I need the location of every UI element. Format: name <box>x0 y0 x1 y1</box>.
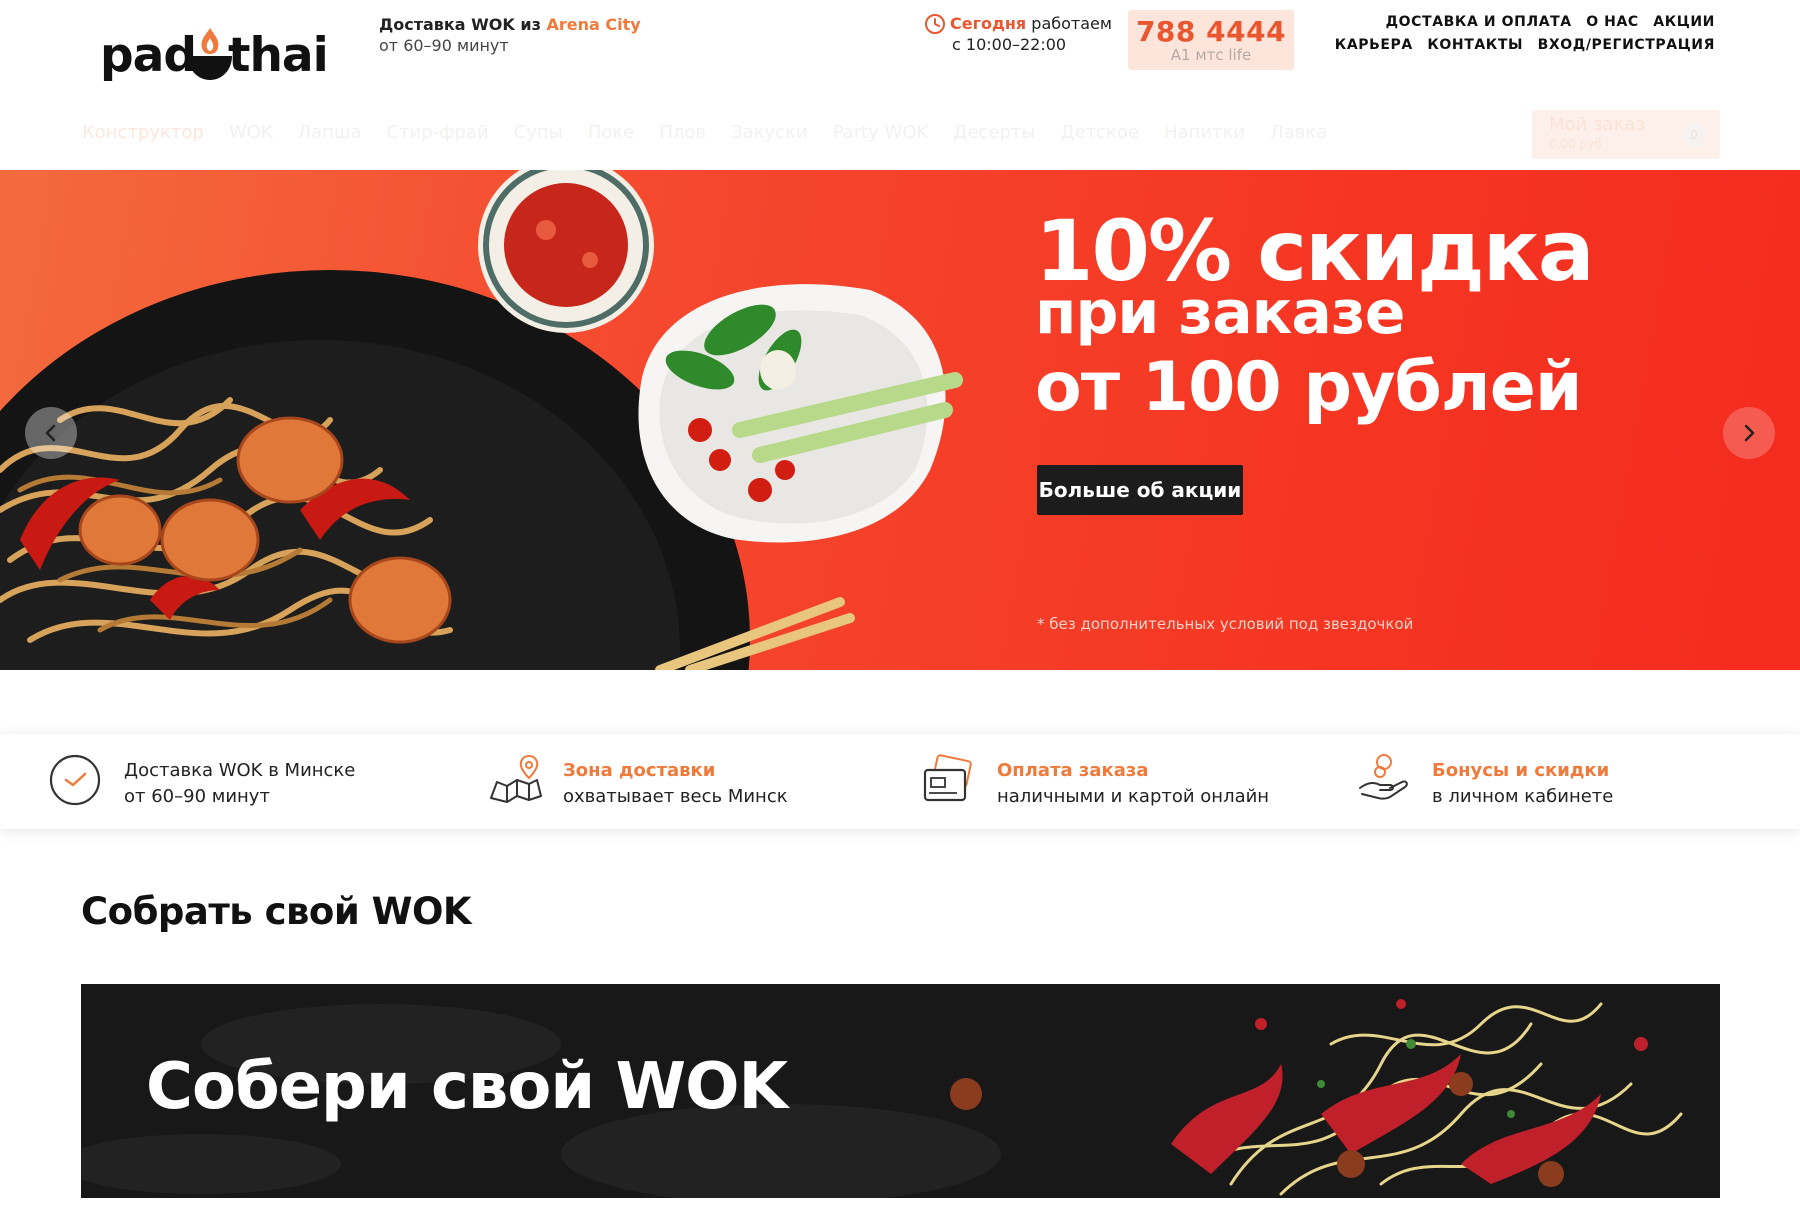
hours-status: работаем <box>1031 14 1112 33</box>
working-hours: Сегодня работаем с 10:00–22:00 <box>924 13 1112 55</box>
category-shop[interactable]: Лавка <box>1270 122 1327 143</box>
feature-title[interactable]: Зона доставки <box>563 760 715 781</box>
page: pad thai Доставка WOK из Arena City от 6… <box>0 0 1800 1218</box>
feature-title[interactable]: Оплата заказа <box>997 760 1149 781</box>
feature-title: Доставка WOK в Минске <box>124 760 356 781</box>
cart-title: Мой заказ <box>1549 114 1646 135</box>
delivery-location-link[interactable]: Arena City <box>546 15 640 34</box>
hero-banner: 10% скидка при заказе от 100 рублей Боль… <box>0 170 1800 670</box>
category-constructor[interactable]: Конструктор <box>82 122 204 143</box>
category-kids[interactable]: Детское <box>1061 122 1139 143</box>
logo-text-left: pad <box>100 28 197 83</box>
category-drinks[interactable]: Напитки <box>1164 122 1245 143</box>
nav-careers[interactable]: КАРЬЕРА <box>1335 37 1413 53</box>
build-wok-banner[interactable]: Собери свой WOK <box>81 984 1720 1198</box>
category-desserts[interactable]: Десерты <box>953 122 1035 143</box>
clock-icon <box>49 754 101 806</box>
phone-box[interactable]: 788 4444 A1 мтс life <box>1128 10 1294 70</box>
carousel-prev-button[interactable] <box>25 407 77 459</box>
flame-bowl-icon <box>188 28 232 80</box>
nav-promotions[interactable]: АКЦИИ <box>1653 14 1715 30</box>
category-nav: Конструктор WOK Лапша Стир-фрай Супы Пок… <box>82 122 1352 143</box>
build-wok-banner-title: Собери свой WOK <box>146 1050 788 1124</box>
clock-icon <box>925 14 945 34</box>
feature-subtitle: от 60–90 минут <box>124 786 270 807</box>
chevron-left-icon <box>45 424 56 442</box>
category-party-wok[interactable]: Party WOK <box>833 122 929 143</box>
hero-footnote: * без дополнительных условий под звездоч… <box>1037 615 1414 633</box>
cart-total: 0.00 руб <box>1549 137 1602 151</box>
delivery-time: от 60–90 минут <box>379 36 509 55</box>
carousel-next-button[interactable] <box>1723 407 1775 459</box>
category-wok[interactable]: WOK <box>229 122 273 143</box>
nav-contacts[interactable]: КОНТАКТЫ <box>1427 37 1523 53</box>
nav-delivery-payment[interactable]: ДОСТАВКА И ОПЛАТА <box>1386 14 1572 30</box>
hand-coin-icon <box>1359 754 1408 800</box>
map-icon <box>490 754 542 803</box>
promo-details-button[interactable]: Больше об акции <box>1037 465 1243 515</box>
category-noodles[interactable]: Лапша <box>298 122 362 143</box>
site-header: pad thai Доставка WOK из Arena City от 6… <box>0 0 1800 170</box>
chevron-right-icon <box>1744 424 1755 442</box>
category-soups[interactable]: Супы <box>514 122 563 143</box>
feature-subtitle: в личном кабинете <box>1432 786 1614 807</box>
nav-login-register[interactable]: ВХОД/РЕГИСТРАЦИЯ <box>1538 37 1715 53</box>
feature-subtitle: охватывает весь Минск <box>563 786 788 807</box>
category-snacks[interactable]: Закуски <box>731 122 808 143</box>
cart-count-badge: 0 <box>1682 123 1706 147</box>
hours-range: с 10:00–22:00 <box>952 35 1067 54</box>
hours-today-label: Сегодня <box>950 14 1027 33</box>
category-plov[interactable]: Плов <box>659 122 706 143</box>
logo[interactable]: pad thai <box>100 14 329 84</box>
phone-operators: A1 мтс life <box>1170 46 1252 64</box>
delivery-prefix: Доставка WOK из <box>379 15 541 34</box>
hero-food-image <box>0 170 963 670</box>
hero-headline-condition: при заказе <box>1035 278 1405 348</box>
delivery-info: Доставка WOK из Arena City от 60–90 мину… <box>379 14 641 56</box>
top-nav: ДОСТАВКА И ОПЛАТА О НАС АКЦИИ КАРЬЕРА КО… <box>1295 11 1715 57</box>
nav-about[interactable]: О НАС <box>1586 14 1639 30</box>
feature-title[interactable]: Бонусы и скидки <box>1432 760 1609 781</box>
category-stir-fry[interactable]: Стир-фрай <box>386 122 488 143</box>
feature-subtitle: наличными и картой онлайн <box>997 786 1270 807</box>
features-bar: Доставка WOK в Минске от 60–90 минут Зон… <box>0 734 1800 829</box>
logo-text-right: thai <box>228 28 329 83</box>
hero-headline-amount: от 100 рублей <box>1035 348 1582 427</box>
phone-number[interactable]: 788 4444 <box>1128 15 1294 48</box>
cart-button[interactable]: Мой заказ 0.00 руб 0 <box>1532 110 1720 159</box>
category-poke[interactable]: Поке <box>588 122 635 143</box>
credit-card-icon <box>923 754 972 802</box>
section-title: Собрать свой WOK <box>81 890 472 933</box>
